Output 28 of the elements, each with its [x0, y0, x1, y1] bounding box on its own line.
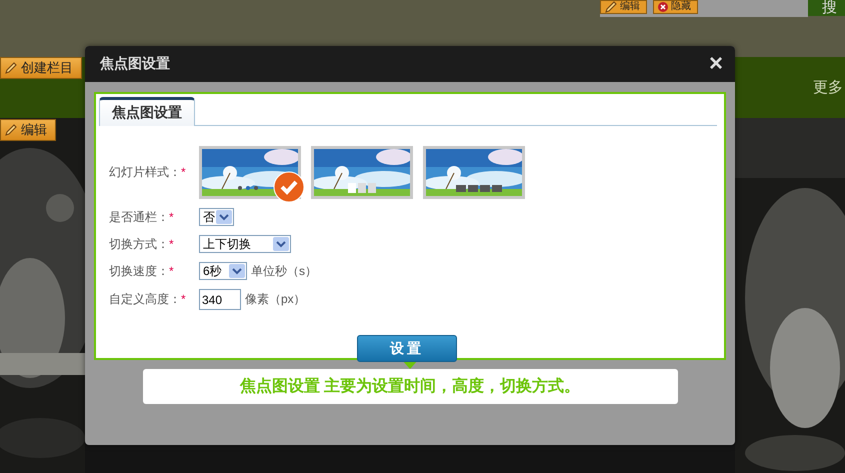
pointer-icon — [401, 359, 419, 369]
edit-button[interactable]: 编辑 — [600, 0, 647, 14]
dialog-title: 焦点图设置 — [100, 55, 170, 73]
close-icon — [658, 2, 668, 12]
check-icon — [273, 171, 305, 203]
input-field[interactable]: 340 — [199, 289, 241, 310]
submit-button[interactable]: 设置 — [357, 335, 457, 362]
edit-button[interactable]: 编辑 — [0, 119, 56, 141]
unit-label: 像素（px） — [245, 291, 306, 308]
create-column-button[interactable]: 创建栏目 — [0, 57, 82, 79]
select-field[interactable]: 6秒 — [199, 262, 247, 280]
unit-label: 单位秒（s） — [251, 262, 317, 280]
hint-text: 焦点图设置 主要为设置时间，高度，切换方式。 — [142, 369, 678, 404]
select-field[interactable]: 否 — [199, 208, 234, 226]
field-label: 切换方式：* — [109, 236, 175, 252]
nav-item[interactable]: 更多 — [813, 78, 843, 97]
select-field[interactable]: 上下切换 — [199, 235, 291, 253]
hide-button[interactable]: 隐藏 — [653, 0, 698, 14]
pencil-icon — [605, 1, 617, 13]
tab[interactable]: 焦点图设置 — [99, 97, 195, 126]
field-label: 切换速度：* — [109, 262, 175, 280]
pencil-icon — [5, 62, 17, 74]
search-button[interactable]: 搜 — [808, 0, 845, 16]
pencil-icon — [5, 124, 17, 136]
field-label: 是否通栏：* — [109, 208, 175, 226]
field-label: 自定义高度：* — [109, 291, 187, 308]
close-button[interactable]: × — [708, 54, 723, 74]
field-label: 幻灯片样式：* — [109, 164, 187, 181]
